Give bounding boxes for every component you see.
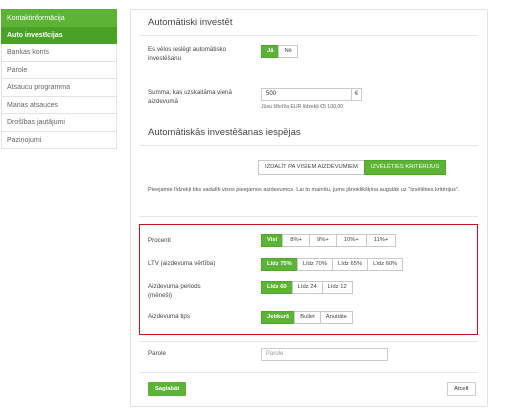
- loan-type-options: Jebkurš Bullet Anuitāte: [261, 311, 354, 324]
- sidebar-item-referral-program[interactable]: Atsaucu programma: [1, 79, 117, 97]
- distribute-all-button[interactable]: IZDALĪT PA VISIEM AIZDEVUMIEM: [258, 160, 365, 175]
- sidebar-item-security-questions[interactable]: Drošības jautājumi: [1, 114, 117, 132]
- sidebar-item-my-referrals[interactable]: Manas atsauces: [1, 96, 117, 114]
- description-text: Pieejamie līdzekļi tiks sadalīti visos p…: [148, 187, 460, 193]
- amount-input[interactable]: 500: [261, 88, 352, 101]
- interest-label: Procenti: [148, 237, 171, 244]
- interest-option-11[interactable]: 11%+: [365, 234, 397, 247]
- currency-addon: €: [351, 88, 362, 101]
- settings-title: Automātiskās investēšanas iespējas: [148, 127, 301, 138]
- sidebar-item-notifications[interactable]: Paziņojumi: [1, 131, 117, 149]
- loan-type-label: Aizdevuma tips: [148, 313, 190, 320]
- period-options: Līdz 60 Līdz 24 Līdz 12: [261, 281, 353, 294]
- enable-label: Es vēlos ieslēgt automātisko investēšanu: [148, 46, 227, 62]
- interest-option-10[interactable]: 10%+: [335, 234, 367, 247]
- interest-option-8[interactable]: 8%+: [282, 234, 310, 247]
- period-label: Aizdevuma periods (mēneši): [148, 283, 201, 299]
- sidebar-item-password[interactable]: Parole: [1, 61, 117, 79]
- sidebar: Kontaktinformācija Auto investīcijas Ban…: [1, 9, 117, 149]
- ltv-option-60[interactable]: Līdz 60%: [367, 258, 404, 271]
- interest-options: Visi 8%+ 9%+ 10%+ 11%+: [261, 234, 397, 247]
- amount-hint: Jūsu šībrīža EUR līdzekļi €5 100,00: [261, 104, 344, 110]
- sidebar-item-bank-account[interactable]: Bankas konts: [1, 44, 117, 62]
- sidebar-item-contact-info[interactable]: Kontaktinformācija: [1, 9, 117, 27]
- ltv-option-75[interactable]: Līdz 75%: [261, 258, 298, 271]
- cancel-button[interactable]: Atcelt: [447, 382, 476, 396]
- divider: [139, 145, 478, 146]
- period-option-12[interactable]: Līdz 12: [321, 281, 353, 294]
- ltv-label: LTV (aizdevuma vērtība): [148, 260, 216, 267]
- divider: [139, 341, 478, 342]
- divider: [139, 35, 478, 36]
- auto-invest-title: Automātiski investēt: [148, 17, 233, 28]
- period-option-24[interactable]: Līdz 24: [291, 281, 323, 294]
- divider: [139, 216, 478, 217]
- interest-option-9[interactable]: 9%+: [308, 234, 337, 247]
- interest-option-all[interactable]: Visi: [261, 234, 284, 247]
- enable-no-button[interactable]: Nē: [278, 45, 298, 58]
- ltv-options: Līdz 75% Līdz 70% Līdz 65% Līdz 60%: [261, 258, 404, 271]
- save-button[interactable]: Saglabāt: [148, 382, 187, 396]
- password-input[interactable]: Parole: [261, 348, 388, 361]
- ltv-option-65[interactable]: Līdz 65%: [331, 258, 369, 271]
- loan-type-annuity[interactable]: Anuitāte: [319, 311, 354, 324]
- ltv-option-70[interactable]: Līdz 70%: [296, 258, 333, 271]
- loan-type-any[interactable]: Jebkurš: [261, 311, 296, 324]
- mode-toggle: IZDALĪT PA VISIEM AIZDEVUMIEM IZVĒLĒTIES…: [258, 160, 447, 175]
- period-option-60[interactable]: Līdz 60: [261, 281, 293, 294]
- choose-criteria-button[interactable]: IZVĒLĒTIES KRITĒRIJUS: [363, 160, 447, 175]
- enable-toggle: Jā Nē: [261, 45, 298, 58]
- enable-yes-button[interactable]: Jā: [261, 45, 280, 58]
- loan-type-bullet[interactable]: Bullet: [294, 311, 321, 324]
- divider: [139, 372, 478, 373]
- password-label: Parole: [148, 350, 166, 357]
- sidebar-item-auto-investments[interactable]: Auto investīcijas: [1, 26, 117, 44]
- amount-label: Summa, kas uzskaitāma vienā aizdevumā: [148, 89, 232, 105]
